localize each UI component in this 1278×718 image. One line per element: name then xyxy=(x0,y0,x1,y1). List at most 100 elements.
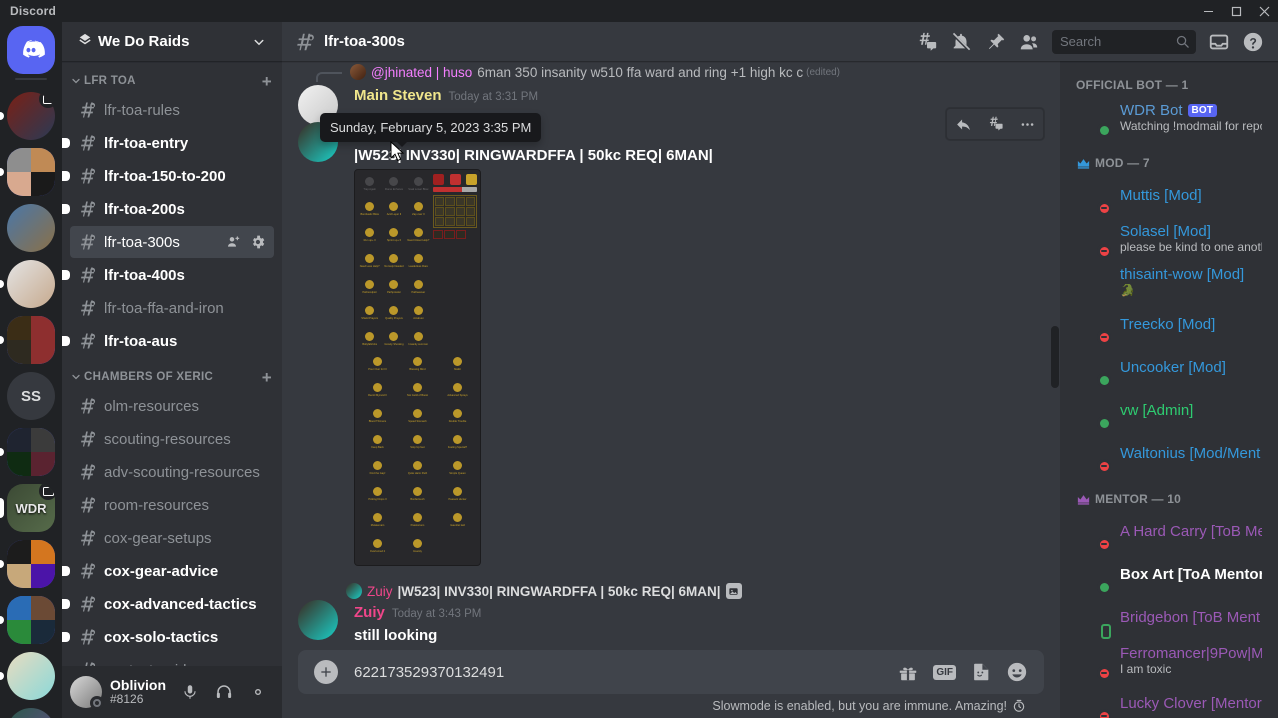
member-list-item[interactable]: vw [Admin] xyxy=(1068,390,1270,432)
pin-icon[interactable] xyxy=(978,28,1012,56)
composer-box[interactable]: 622173529370132491 GIF xyxy=(298,650,1044,694)
add-channel-icon[interactable]: + xyxy=(262,73,274,90)
sidebar-item-lfr-toa-150-to-200[interactable]: lfr-toa-150-to-200 xyxy=(62,160,274,192)
discord-home-icon[interactable] xyxy=(7,26,55,74)
sidebar-item-cm-text-guide[interactable]: cm-text-guide xyxy=(70,654,274,666)
avatar[interactable] xyxy=(1076,645,1111,680)
guild-rabbit-guild[interactable] xyxy=(0,256,62,312)
sidebar-item-lfr-toa-400s[interactable]: lfr-toa-400s xyxy=(62,259,274,291)
sidebar-item-lfr-toa-rules[interactable]: lfr-toa-rules xyxy=(70,94,274,126)
avatar[interactable] xyxy=(1076,516,1111,551)
sidebar-item-room-resources[interactable]: room-resources xyxy=(70,489,274,521)
sidebar-item-lfr-toa-300s[interactable]: lfr-toa-300s xyxy=(70,226,274,258)
avatar[interactable] xyxy=(1076,602,1111,639)
close-button[interactable] xyxy=(1250,0,1278,22)
message-author[interactable]: Zuiy xyxy=(354,602,385,624)
guild-ss-guild[interactable]: SS xyxy=(0,368,62,424)
guild-icon[interactable] xyxy=(7,316,55,364)
headset-icon[interactable] xyxy=(208,676,240,708)
guild-quad-avatar-guild-5[interactable] xyxy=(0,592,62,648)
add-member-icon[interactable] xyxy=(226,234,242,250)
guild-home[interactable] xyxy=(0,22,62,78)
avatar[interactable] xyxy=(1076,223,1111,258)
avatar[interactable] xyxy=(1076,266,1108,298)
gear-icon[interactable] xyxy=(250,234,266,250)
member-list-item[interactable]: Lucky Clover [Mentor… xyxy=(1068,683,1270,718)
reply-icon[interactable] xyxy=(947,109,979,139)
sidebar-item-cox-solo-tactics[interactable]: cox-solo-tactics xyxy=(62,621,274,653)
guild-icon[interactable] xyxy=(7,708,55,718)
channel-category-lfr-toa[interactable]: LFR TOA + xyxy=(62,69,282,93)
guild-icon[interactable] xyxy=(7,652,55,700)
reply-context[interactable]: Zuiy |W523| INV330| RINGWARDFFA | 50kc RE… xyxy=(346,580,1012,602)
guild-icon[interactable] xyxy=(7,92,55,140)
chevron-down-icon[interactable] xyxy=(250,33,268,51)
guild-red-dragon-guild[interactable] xyxy=(0,88,62,144)
message[interactable]: Main Steven Today at 3:31 PM xyxy=(282,83,1060,125)
more-icon[interactable] xyxy=(1011,109,1043,139)
channel-list[interactable]: LFR TOA + lfr-toa-rules lfr-toa-entry lfr-to… xyxy=(62,61,282,666)
minimize-button[interactable] xyxy=(1194,0,1222,22)
guild-quad-avatar-guild-2[interactable] xyxy=(0,312,62,368)
guild-quad-avatar-guild-4[interactable] xyxy=(0,536,62,592)
search-box[interactable] xyxy=(1052,29,1196,54)
message-list[interactable]: @jhinated | huso 6man 350 insanity w510 f… xyxy=(282,61,1060,650)
member-list-item[interactable]: Muttis [Mod] xyxy=(1068,175,1270,217)
sidebar-item-cox-gear-setups[interactable]: cox-gear-setups xyxy=(70,522,274,554)
sidebar-item-lfr-toa-200s[interactable]: lfr-toa-200s xyxy=(62,193,274,225)
sidebar-item-scouting-resources[interactable]: scouting-resources xyxy=(70,423,274,455)
guild-wdr-guild[interactable]: WDR xyxy=(0,480,62,536)
upload-icon[interactable] xyxy=(314,660,338,684)
sidebar-item-lfr-toa-entry[interactable]: lfr-toa-entry xyxy=(62,127,274,159)
member-list-item[interactable]: thisaint-wow [Mod] 🐊 xyxy=(1068,261,1270,303)
gif-icon[interactable]: GIF xyxy=(933,664,956,680)
message[interactable]: Zuiy |W523| INV330| RINGWARDFFA | 50kc RE… xyxy=(282,578,1060,649)
member-list-item[interactable]: Box Art [ToA Mentor] xyxy=(1068,554,1270,596)
inbox-icon[interactable] xyxy=(1202,28,1236,56)
create-thread-icon[interactable] xyxy=(979,109,1011,139)
guild-fairy-guild[interactable] xyxy=(0,648,62,704)
channel-category-chambers-of-xeric[interactable]: CHAMBERS OF XERIC + xyxy=(62,365,282,389)
avatar[interactable] xyxy=(1076,102,1111,137)
reply-author[interactable]: Zuiy xyxy=(367,584,393,599)
guild-icon[interactable] xyxy=(7,260,55,308)
member-list[interactable]: OFFICIAL BOT — 1 WDR Bot BOT Watching !modm… xyxy=(1060,61,1278,718)
sidebar-item-adv-scouting-resources[interactable]: adv-scouting-resources xyxy=(70,456,274,488)
guild-icon[interactable]: SS xyxy=(7,372,55,420)
avatar[interactable] xyxy=(1076,559,1111,594)
member-list-item[interactable]: Treecko [Mod] xyxy=(1068,304,1270,346)
avatar[interactable] xyxy=(70,676,104,710)
notification-off-icon[interactable] xyxy=(944,28,978,56)
microphone-icon[interactable] xyxy=(174,676,206,708)
message-hover-toolbar[interactable] xyxy=(946,108,1044,140)
sidebar-item-cox-gear-advice[interactable]: cox-gear-advice xyxy=(62,555,274,587)
member-list-item[interactable]: Ferromancer|9Pow|M…I am toxic xyxy=(1068,640,1270,682)
avatar[interactable] xyxy=(1076,438,1111,473)
guild-icon[interactable] xyxy=(7,540,55,588)
guild-icon[interactable] xyxy=(7,204,55,252)
guild-icon[interactable] xyxy=(7,596,55,644)
server-header[interactable]: We Do Raids xyxy=(62,22,282,61)
avatar[interactable] xyxy=(298,600,338,640)
message-author[interactable]: Main Steven xyxy=(354,85,442,107)
guild-icon[interactable]: WDR xyxy=(7,484,55,532)
maximize-button[interactable] xyxy=(1222,0,1250,22)
member-list-item[interactable]: Bridgebon [ToB Ment… xyxy=(1068,597,1270,639)
message-attachment-image[interactable]: Trap Again Flame Enhance Soak Lower Blow Bo… xyxy=(354,169,481,566)
avatar[interactable] xyxy=(1076,309,1111,344)
server-rail[interactable]: SS WDR xyxy=(0,22,62,718)
guild-dragon-art-guild[interactable] xyxy=(0,704,62,718)
member-list-item[interactable]: WDR BotBOTWatching !modmail for reports xyxy=(1068,97,1270,139)
guild-quad-avatar-guild-1[interactable] xyxy=(0,144,62,200)
sidebar-item-olm-resources[interactable]: olm-resources xyxy=(70,390,274,422)
member-list-item[interactable]: A Hard Carry [ToB Me… xyxy=(1068,511,1270,553)
member-list-item[interactable]: Solasel [Mod]please be kind to one anoth… xyxy=(1068,218,1270,260)
sidebar-item-lfr-toa-aus[interactable]: lfr-toa-aus xyxy=(62,325,274,357)
member-list-item[interactable]: Uncooker [Mod] xyxy=(1068,347,1270,389)
add-channel-icon[interactable]: + xyxy=(262,369,274,386)
member-list-item[interactable]: Waltonius [Mod/Ment… xyxy=(1068,433,1270,475)
gear-icon[interactable] xyxy=(242,676,274,708)
avatar[interactable] xyxy=(1076,688,1111,718)
reply-context[interactable]: @jhinated | huso 6man 350 insanity w510 f… xyxy=(282,61,1060,83)
search-input[interactable] xyxy=(1060,34,1175,49)
